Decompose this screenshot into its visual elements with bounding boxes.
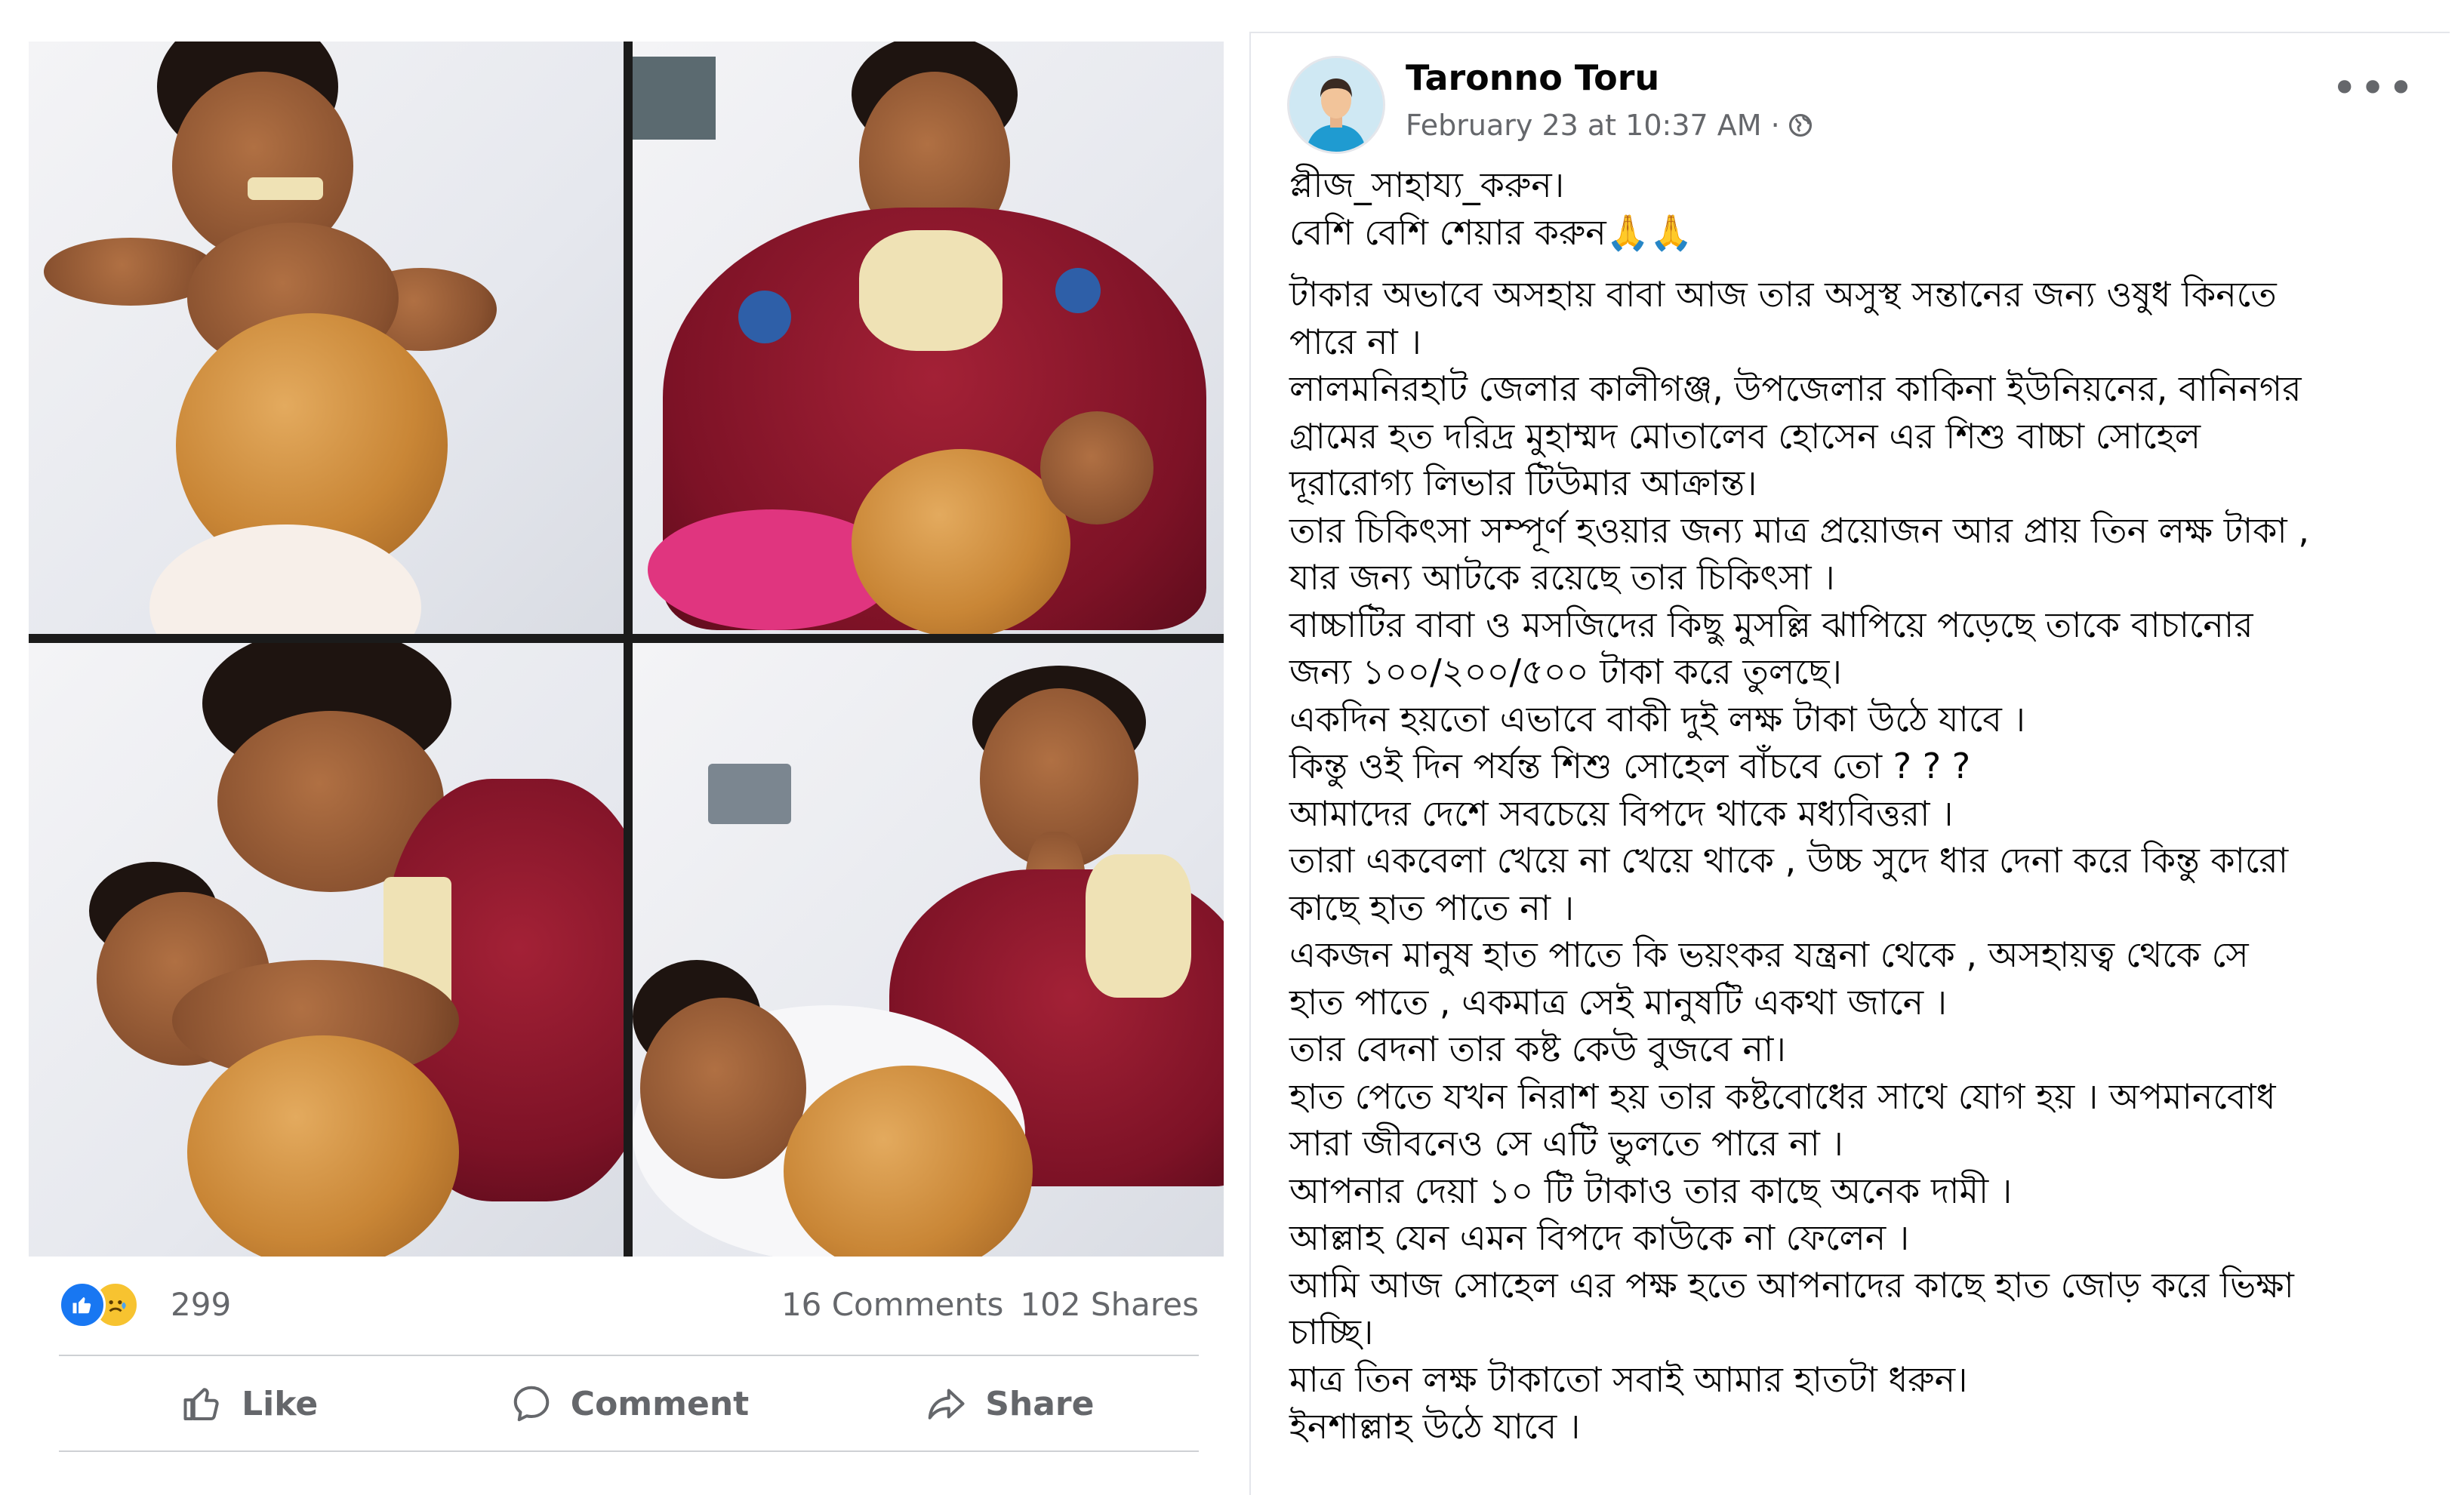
post-line: বেশি বেশি শেয়ার করুন🙏🙏: [1289, 211, 1693, 253]
medical-monitor-shape: [708, 764, 791, 824]
post-line: চাচ্ছি।: [1289, 1312, 1374, 1352]
post-timestamp[interactable]: February 23 at 10:37 AM ·: [1406, 109, 1815, 142]
sari-pattern-shape: [1055, 268, 1101, 313]
post-line: জন্য ১০০/২০০/৫০০ টাকা করে তুলছে।: [1289, 651, 1842, 692]
post-line: কিন্তু ওই দিন পর্যন্ত শিশু সোহেল বাঁচবে …: [1289, 746, 1971, 786]
post-line: আপনার দেয়া ১০ টি টাকাও তার কাছে অনেক দা…: [1289, 1170, 2013, 1211]
baby-face-shape: [1040, 411, 1153, 524]
post-line: হাত পেতে যখন নিরাশ হয় তার কষ্টবোধের সাথ…: [1289, 1075, 2276, 1117]
share-label: Share: [985, 1384, 1095, 1423]
post-body: প্লীজ_সাহায্য_করুন। বেশি বেশি শেয়ার করু…: [1289, 161, 2437, 1450]
comments-count[interactable]: 16 Comments: [781, 1286, 1003, 1323]
wall-panel-shape: [633, 57, 716, 140]
post-line: তার বেদনা তার কষ্ট কেউ বুজবে না।: [1289, 1029, 1786, 1069]
post-line: সারা জীবনেও সে এটি ভুলতে পারে না ।: [1289, 1123, 1843, 1164]
post-line: লালমনিরহাট জেলার কালীগঞ্জ, উপজেলার কাকিন…: [1289, 368, 2302, 409]
post-line: প্লীজ_সাহায্য_করুন।: [1289, 165, 1565, 205]
shares-count[interactable]: 102 Shares: [1020, 1286, 1199, 1323]
nasal-tape-shape: [248, 177, 323, 200]
post-line: একজন মানুষ হাত পাতে কি ভয়ংকর যন্ত্রনা থ…: [1289, 934, 2249, 975]
panel-border: [1249, 32, 2450, 33]
post-line: টাকার অভাবে অসহায় বাবা আজ তার অসুস্থ সন…: [1289, 274, 2277, 315]
photo-mother-praying[interactable]: [633, 643, 1224, 1257]
avatar-person-icon: [1289, 58, 1383, 152]
post-line: আমি আজ সোহেল এর পক্ষ হতে আপনাদের কাছে হা…: [1289, 1264, 2294, 1306]
timestamp-text[interactable]: February 23 at 10:37 AM ·: [1406, 109, 1780, 142]
post-line: বাচ্চাটির বাবা ও মসজিদের কিছু মুসল্লি ঝা…: [1289, 604, 2253, 645]
swollen-belly-shape: [187, 1035, 459, 1257]
post-line: কাছে হাত পাতে না ।: [1289, 887, 1575, 928]
like-icon: [183, 1388, 219, 1420]
comment-label: Comment: [570, 1384, 750, 1423]
cream-blouse-shape: [1086, 854, 1191, 998]
cream-blouse-shape: [859, 230, 1003, 351]
post-line: একদিন হয়তো এভাবে বাকী দুই লক্ষ টাকা উঠে…: [1289, 698, 2025, 740]
post-line: হাত পাতে , একমাত্র সেই মানুষটি একথা জানে…: [1289, 981, 1948, 1023]
like-button[interactable]: Like: [59, 1366, 439, 1441]
swollen-belly-shape: [852, 449, 1070, 634]
photo-baby-lying[interactable]: [29, 42, 624, 634]
reaction-count[interactable]: 299: [171, 1286, 231, 1323]
more-options-button[interactable]: •••: [2331, 66, 2416, 111]
like-label: Like: [242, 1384, 319, 1423]
author-avatar[interactable]: [1287, 56, 1385, 154]
post-line: তার চিকিৎসা সম্পূর্ণ হওয়ার জন্য মাত্র প…: [1289, 509, 2309, 551]
comment-button[interactable]: Comment: [439, 1366, 818, 1441]
post-line: যার জন্য আটকে রয়েছে তার চিকিৎসা ।: [1289, 557, 1835, 598]
post-line: আমাদের দেশে সবচেয়ে বিপদে থাকে মধ্যবিত্ত…: [1289, 792, 1954, 834]
post-line: পারে না ।: [1289, 321, 1421, 362]
post-line: গ্রামের হত দরিদ্র মুহাম্মদ মোতালেব হোসেন…: [1289, 415, 2201, 457]
engagement-counts: 16 Comments 102 Shares: [781, 1286, 1199, 1323]
share-button[interactable]: Share: [819, 1366, 1199, 1441]
panel-border: [1249, 32, 1251, 1495]
photo-mother-holding-baby[interactable]: [633, 42, 1224, 634]
post-line: দূরারোগ্য লিভার টিউমার আক্রান্ত।: [1289, 463, 1757, 503]
author-name[interactable]: Taronno Toru: [1406, 57, 1659, 98]
sari-pattern-shape: [738, 291, 791, 343]
post-line: তারা একবেলা খেয়ে না খেয়ে থাকে , উচ্চ স…: [1289, 840, 2289, 881]
post-line: মাত্র তিন লক্ষ টাকাতো সবাই আমার হাতটা ধর…: [1289, 1358, 1968, 1400]
thumbs-up-icon: [72, 1297, 91, 1314]
post-actions-bar: Like Comment Share: [59, 1366, 1199, 1441]
divider: [59, 1450, 1199, 1452]
photo-mother-crying[interactable]: [29, 643, 624, 1257]
post-line: আল্লাহ যেন এমন বিপদে কাউকে না ফেলেন ।: [1289, 1217, 1910, 1258]
reactions-summary[interactable]: 299 16 Comments 102 Shares: [59, 1281, 1199, 1328]
share-icon: [928, 1389, 965, 1420]
globe-icon: [1788, 113, 1812, 137]
comment-icon: [513, 1386, 550, 1422]
post-photo-collage[interactable]: [29, 42, 1224, 1257]
baby-face-shape: [640, 998, 806, 1179]
divider: [59, 1355, 1199, 1356]
post-line: ইনশাল্লাহ উঠে যাবে ।: [1289, 1406, 1581, 1447]
like-reaction-icon[interactable]: [59, 1281, 106, 1328]
